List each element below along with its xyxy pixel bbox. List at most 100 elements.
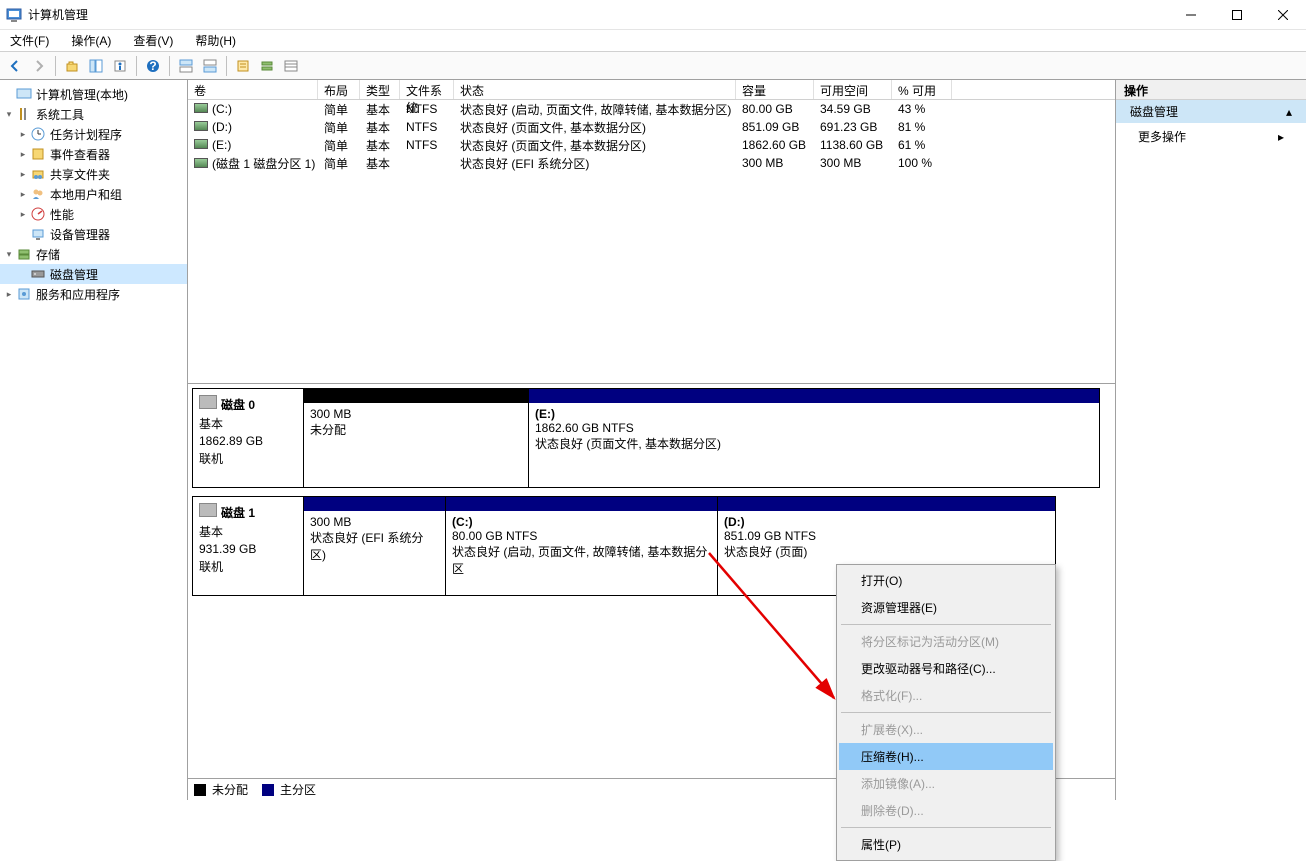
legend-unalloc-label: 未分配: [212, 781, 248, 798]
tree-root[interactable]: 计算机管理(本地): [0, 84, 187, 104]
volume-row[interactable]: (D:)简单基本NTFS状态良好 (页面文件, 基本数据分区)851.09 GB…: [188, 118, 1115, 136]
menu-help[interactable]: 帮助(H): [191, 30, 240, 51]
legend-primary-label: 主分区: [280, 781, 316, 798]
drive-icon: [194, 121, 208, 131]
drive-icon: [194, 139, 208, 149]
partition[interactable]: (C:)80.00 GB NTFS状态良好 (启动, 页面文件, 故障转储, 基…: [445, 496, 718, 596]
actions-more[interactable]: 更多操作 ▸: [1116, 124, 1306, 149]
tree-label: 存储: [36, 246, 60, 263]
volume-row[interactable]: (磁盘 1 磁盘分区 1)简单基本状态良好 (EFI 系统分区)300 MB30…: [188, 154, 1115, 172]
tree-label: 磁盘管理: [50, 266, 98, 283]
close-button[interactable]: [1260, 0, 1306, 30]
minimize-button[interactable]: [1168, 0, 1214, 30]
ctx-separator: [841, 827, 1051, 828]
context-menu[interactable]: 打开(O) 资源管理器(E) 将分区标记为活动分区(M) 更改驱动器号和路径(C…: [836, 564, 1056, 861]
tree-label: 服务和应用程序: [36, 286, 120, 303]
tree-shared-folders[interactable]: ▸共享文件夹: [0, 164, 187, 184]
tree-local-users[interactable]: ▸本地用户和组: [0, 184, 187, 204]
menu-view[interactable]: 查看(V): [129, 30, 177, 51]
volume-row[interactable]: (E:)简单基本NTFS状态良好 (页面文件, 基本数据分区)1862.60 G…: [188, 136, 1115, 154]
tree-label: 任务计划程序: [50, 126, 122, 143]
up-button[interactable]: [61, 55, 83, 77]
disk-partitions: 300 MB未分配(E:)1862.60 GB NTFS状态良好 (页面文件, …: [304, 388, 1111, 488]
actions-section-label: 磁盘管理: [1130, 103, 1178, 120]
tree-storage[interactable]: ▾存储: [0, 244, 187, 264]
collapse-icon: ▴: [1286, 105, 1292, 119]
actions-header: 操作: [1116, 80, 1306, 100]
col-capacity[interactable]: 容量: [736, 80, 814, 99]
navigation-tree[interactable]: 计算机管理(本地) ▾系统工具 ▸任务计划程序 ▸事件查看器 ▸共享文件夹 ▸本…: [0, 80, 188, 800]
app-icon: [6, 7, 22, 23]
view-bottom-button[interactable]: [199, 55, 221, 77]
tree-device-manager[interactable]: 设备管理器: [0, 224, 187, 244]
col-free[interactable]: 可用空间: [814, 80, 892, 99]
settings-button[interactable]: [232, 55, 254, 77]
ctx-open[interactable]: 打开(O): [839, 567, 1053, 594]
ctx-shrink[interactable]: 压缩卷(H)...: [839, 743, 1053, 770]
tree-label: 本地用户和组: [50, 186, 122, 203]
tree-system-tools[interactable]: ▾系统工具: [0, 104, 187, 124]
list-button[interactable]: [280, 55, 302, 77]
view-top-button[interactable]: [175, 55, 197, 77]
col-type[interactable]: 类型: [360, 80, 400, 99]
partition[interactable]: 300 MB状态良好 (EFI 系统分区): [303, 496, 446, 596]
disk-label[interactable]: 磁盘 0基本1862.89 GB联机: [192, 388, 304, 488]
ctx-mirror: 添加镜像(A)...: [839, 770, 1053, 797]
chevron-right-icon: ▸: [1278, 130, 1284, 144]
title-bar: 计算机管理: [0, 0, 1306, 30]
tree-services-apps[interactable]: ▸服务和应用程序: [0, 284, 187, 304]
show-hide-tree-button[interactable]: [85, 55, 107, 77]
menu-bar: 文件(F) 操作(A) 查看(V) 帮助(H): [0, 30, 1306, 52]
volume-list-header[interactable]: 卷 布局 类型 文件系统 状态 容量 可用空间 % 可用: [188, 80, 1115, 100]
ctx-change-letter[interactable]: 更改驱动器号和路径(C)...: [839, 655, 1053, 682]
actions-more-label: 更多操作: [1138, 128, 1186, 145]
legend-primary-swatch: [262, 784, 274, 796]
actions-pane: 操作 磁盘管理 ▴ 更多操作 ▸: [1116, 80, 1306, 800]
properties-button[interactable]: [109, 55, 131, 77]
ctx-mark-active: 将分区标记为活动分区(M): [839, 628, 1053, 655]
menu-file[interactable]: 文件(F): [6, 30, 53, 51]
maximize-button[interactable]: [1214, 0, 1260, 30]
col-layout[interactable]: 布局: [318, 80, 360, 99]
tree-label: 性能: [50, 206, 74, 223]
col-status[interactable]: 状态: [454, 80, 736, 99]
toolbar: ?: [0, 52, 1306, 80]
ctx-explorer[interactable]: 资源管理器(E): [839, 594, 1053, 621]
disk-icon: [199, 395, 217, 409]
tree-label: 共享文件夹: [50, 166, 110, 183]
ctx-format: 格式化(F)...: [839, 682, 1053, 709]
tree-disk-management[interactable]: 磁盘管理: [0, 264, 187, 284]
actions-section[interactable]: 磁盘管理 ▴: [1116, 100, 1306, 124]
col-filesystem[interactable]: 文件系统: [400, 80, 454, 99]
back-button[interactable]: [4, 55, 26, 77]
tree-performance[interactable]: ▸性能: [0, 204, 187, 224]
col-volume[interactable]: 卷: [188, 80, 318, 99]
svg-text:?: ?: [149, 59, 156, 73]
window-title: 计算机管理: [28, 6, 1168, 23]
tree-event-viewer[interactable]: ▸事件查看器: [0, 144, 187, 164]
ctx-separator: [841, 712, 1051, 713]
disk-row: 磁盘 0基本1862.89 GB联机300 MB未分配(E:)1862.60 G…: [192, 388, 1111, 488]
disk-label[interactable]: 磁盘 1基本931.39 GB联机: [192, 496, 304, 596]
volume-row[interactable]: (C:)简单基本NTFS状态良好 (启动, 页面文件, 故障转储, 基本数据分区…: [188, 100, 1115, 118]
ctx-properties[interactable]: 属性(P): [839, 831, 1053, 858]
col-percent[interactable]: % 可用: [892, 80, 952, 99]
volume-list[interactable]: 卷 布局 类型 文件系统 状态 容量 可用空间 % 可用 (C:)简单基本NTF…: [188, 80, 1115, 384]
legend-unalloc-swatch: [194, 784, 206, 796]
drive-icon: [194, 158, 208, 168]
ctx-extend: 扩展卷(X)...: [839, 716, 1053, 743]
tree-label: 事件查看器: [50, 146, 110, 163]
partition[interactable]: 300 MB未分配: [303, 388, 529, 488]
refresh-button[interactable]: [256, 55, 278, 77]
forward-button[interactable]: [28, 55, 50, 77]
help-button[interactable]: ?: [142, 55, 164, 77]
drive-icon: [194, 103, 208, 113]
tree-label: 系统工具: [36, 106, 84, 123]
tree-task-scheduler[interactable]: ▸任务计划程序: [0, 124, 187, 144]
tree-label: 设备管理器: [50, 226, 110, 243]
ctx-delete: 删除卷(D)...: [839, 797, 1053, 824]
ctx-separator: [841, 624, 1051, 625]
partition[interactable]: (E:)1862.60 GB NTFS状态良好 (页面文件, 基本数据分区): [528, 388, 1100, 488]
tree-label: 计算机管理(本地): [36, 86, 128, 103]
menu-action[interactable]: 操作(A): [67, 30, 115, 51]
